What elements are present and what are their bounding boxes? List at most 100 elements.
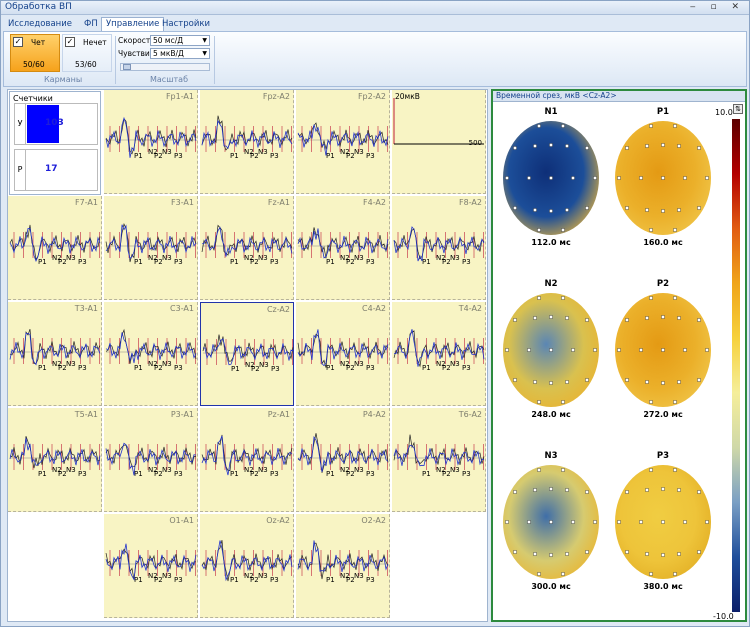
peak-label: N3 <box>258 254 268 262</box>
peak-label: N3 <box>162 254 172 262</box>
channel-cell[interactable]: Oz-A2 P1 N2 P2 N3 P3 <box>200 514 294 618</box>
evoked-waveform: P1 N2P2 N3 P3 <box>297 227 389 266</box>
electrode-marker <box>705 520 709 524</box>
electrode-marker <box>505 520 509 524</box>
electrode-marker <box>533 316 537 320</box>
peak-label: P1 <box>134 470 143 478</box>
pocket-odd[interactable]: ✓ Нечет 53/60 <box>62 34 112 72</box>
channel-cell[interactable]: O1-A1 P1 N2 P2 N3 P3 <box>104 514 198 618</box>
channel-cell[interactable]: T5-A1 P1 N2 P2 N3 P3 <box>8 408 102 512</box>
electrode-marker <box>639 520 643 524</box>
topo-map[interactable]: N1 112.0 мс <box>501 107 601 247</box>
electrode-marker <box>645 488 649 492</box>
sensitivity-select[interactable]: 5 мкВ/Д ▼ <box>150 48 210 59</box>
channel-cell[interactable]: O2-A2 P1 N2 P2 N3 P3 <box>296 514 390 618</box>
peak-label: P1 <box>422 364 431 372</box>
slider-thumb[interactable] <box>123 64 131 70</box>
evoked-waveform: P1 N2P2 N3 P3 <box>202 334 294 373</box>
head-map <box>615 293 711 407</box>
peak-label: P3 <box>78 258 87 266</box>
tab-control[interactable]: Управление <box>101 17 165 31</box>
evoked-waveform: P1 N2P2 N3 P3 <box>105 223 197 266</box>
electrode-marker <box>645 208 649 212</box>
channel-cell[interactable]: T6-A2 P1 N2 P2 N3 P3 <box>392 408 486 512</box>
electrode-marker <box>565 488 569 492</box>
peak-time: 248.0 мс <box>531 410 571 419</box>
channel-cell[interactable]: P3-A1 P1 N2 P2 N3 P3 <box>104 408 198 512</box>
checkbox-icon[interactable]: ✓ <box>13 37 23 47</box>
channel-cell[interactable]: F8-A2 P1 N2 P2 N3 P3 <box>392 196 486 300</box>
peak-label: P3 <box>270 576 279 584</box>
channel-cell[interactable]: Fz-A1 P1 N2 P2 N3 P3 <box>200 196 294 300</box>
main-window: Обработка ВП ‒ ▫ ✕ Исследование ФП Управ… <box>0 0 750 627</box>
channel-cell[interactable]: T4-A2 P1 N2 P2 N3 P3 <box>392 302 486 406</box>
topo-map[interactable]: P3 380.0 мс <box>613 451 713 591</box>
scale-slider[interactable] <box>120 63 210 71</box>
peak-label: N3 <box>258 572 268 580</box>
topo-map[interactable]: N2 248.0 мс <box>501 279 601 419</box>
electrode-marker <box>549 143 553 147</box>
checkbox-icon[interactable]: ✓ <box>65 37 75 47</box>
tab-fp[interactable]: ФП <box>79 17 103 31</box>
electrode-marker <box>639 176 643 180</box>
evoked-waveform: P1 N2P2 N3 P3 <box>9 328 101 372</box>
electrode-marker <box>697 490 701 494</box>
peak-label: P1 <box>134 364 143 372</box>
channel-cell[interactable]: Fpz-A2 P1 N2 P2 N3 P3 <box>200 90 294 194</box>
electrode-marker <box>697 146 701 150</box>
channel-cell[interactable]: F3-A1 P1 N2 P2 N3 P3 <box>104 196 198 300</box>
electrode-marker <box>561 296 565 300</box>
channel-cell[interactable]: C4-A2 P1 N2 P2 N3 P3 <box>296 302 390 406</box>
evoked-waveform: P1 N2P2 N3 P3 <box>9 224 101 266</box>
electrode-marker <box>549 315 553 319</box>
electrode-marker <box>661 553 665 557</box>
electrode-marker <box>649 572 653 576</box>
electrode-marker <box>571 520 575 524</box>
evoked-waveform: P1 N2P2 N3 P3 <box>297 122 389 160</box>
pocket-even[interactable]: ✓ Чет 50/60 <box>10 34 60 72</box>
scale-group-label: Масштаб <box>150 75 189 84</box>
peak-label: N3 <box>354 148 364 156</box>
peak-label: N3 <box>162 466 172 474</box>
scale-lines <box>393 98 484 145</box>
channel-cell[interactable]: F4-A2 P1 N2 P2 N3 P3 <box>296 196 390 300</box>
electrode-marker <box>705 176 709 180</box>
topo-map[interactable]: P2 272.0 мс <box>613 279 713 419</box>
peak-label: P1 <box>134 152 143 160</box>
electrode-marker <box>661 315 665 319</box>
speed-select[interactable]: 50 мс/Д ▼ <box>150 35 210 46</box>
electrode-marker <box>527 520 531 524</box>
electrode-marker <box>549 487 553 491</box>
electrode-marker <box>513 318 517 322</box>
channel-cell[interactable]: Fp2-A2 P1 N2 P2 N3 P3 <box>296 90 390 194</box>
channel-cell[interactable]: C3-A1 P1 N2 P2 N3 P3 <box>104 302 198 406</box>
peak-label: P1 <box>230 470 239 478</box>
electrode-marker <box>565 144 569 148</box>
head-map <box>503 465 599 579</box>
channel-cell[interactable]: T3-A1 P1 N2 P2 N3 P3 <box>8 302 102 406</box>
channel-cell[interactable]: P4-A2 P1 N2 P2 N3 P3 <box>296 408 390 512</box>
electrode-marker <box>513 206 517 210</box>
peak-label: P3 <box>366 152 375 160</box>
tab-settings[interactable]: Настройки <box>157 17 215 31</box>
channel-cell[interactable]: Fp1-A1 P1 N2 P2 N3 P3 <box>104 90 198 194</box>
window-controls[interactable]: ‒ ▫ ✕ <box>690 2 745 12</box>
peak-label: N3 <box>66 254 76 262</box>
electrode-marker <box>661 520 665 524</box>
head-map <box>503 121 599 235</box>
electrode-marker <box>661 348 665 352</box>
peak-label: P3 <box>174 152 183 160</box>
topo-map[interactable]: P1 160.0 мс <box>613 107 713 247</box>
divider <box>115 36 116 84</box>
tab-research[interactable]: Исследование <box>3 17 77 31</box>
channel-cell[interactable]: Cz-A2 P1 N2 P2 N3 P3 <box>200 302 294 406</box>
topo-map[interactable]: N3 300.0 мс <box>501 451 601 591</box>
channel-cell[interactable]: F7-A1 P1 N2 P2 N3 P3 <box>8 196 102 300</box>
pin-icon[interactable]: ⇅ <box>733 104 743 114</box>
electrode-marker <box>565 552 569 556</box>
electrode-marker <box>677 208 681 212</box>
peak-time: 160.0 мс <box>643 238 683 247</box>
channel-cell[interactable]: Pz-A1 P1 N2 P2 N3 P3 <box>200 408 294 512</box>
peak-label: N3 <box>258 466 268 474</box>
electrode-marker <box>625 490 629 494</box>
